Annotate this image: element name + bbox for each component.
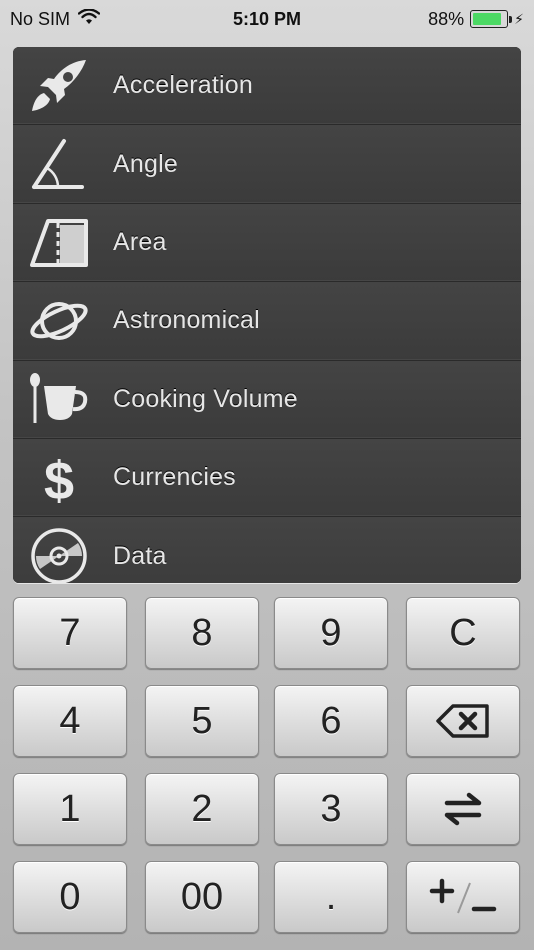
key-5[interactable]: 5: [145, 685, 259, 757]
category-label: Acceleration: [113, 71, 253, 100]
cup-spoon-icon: [23, 367, 95, 431]
status-bar: No SIM 5:10 PM 88% ⚡: [0, 0, 534, 38]
category-label: Astronomical: [113, 306, 260, 335]
category-row-cooking-volume[interactable]: Cooking Volume: [13, 360, 521, 439]
dollar-icon: $: [23, 446, 95, 510]
wifi-icon: [77, 7, 101, 30]
bolt-icon: ⚡: [514, 10, 524, 27]
carrier-label: No SIM: [10, 8, 71, 29]
key-3[interactable]: 3: [274, 773, 388, 845]
category-row-angle[interactable]: Angle: [13, 125, 521, 204]
key-7[interactable]: 7: [13, 597, 127, 669]
category-label: Currencies: [113, 463, 236, 492]
key-0[interactable]: 0: [13, 861, 127, 933]
category-label: Angle: [113, 149, 178, 178]
area-icon: [23, 210, 95, 274]
key-1[interactable]: 1: [13, 773, 127, 845]
category-row-astronomical[interactable]: Astronomical: [13, 282, 521, 361]
category-label: Cooking Volume: [113, 384, 298, 413]
key-8[interactable]: 8: [145, 597, 259, 669]
category-row-currencies[interactable]: $ Currencies: [13, 438, 521, 518]
angle-icon: [23, 132, 95, 196]
key-2[interactable]: 2: [145, 773, 259, 845]
category-label: Area: [113, 227, 167, 256]
battery-percent: 88%: [428, 8, 465, 29]
category-row-data[interactable]: Data: [13, 517, 521, 583]
key-00[interactable]: 00: [145, 861, 259, 933]
disc-icon: [23, 524, 95, 583]
category-label: Data: [113, 541, 167, 570]
clear-button[interactable]: C: [406, 597, 520, 669]
battery-icon: [470, 10, 513, 28]
key-6[interactable]: 6: [274, 685, 388, 757]
battery-fill: [473, 13, 502, 25]
svg-text:$: $: [44, 451, 74, 507]
backspace-button[interactable]: [406, 685, 520, 757]
key-9[interactable]: 9: [274, 597, 388, 669]
status-right: 88% ⚡: [428, 9, 524, 30]
plus-minus-button[interactable]: [406, 861, 520, 933]
swap-icon: [444, 792, 482, 826]
category-row-area[interactable]: Area: [13, 203, 521, 283]
category-row-acceleration[interactable]: Acceleration: [13, 47, 521, 126]
rocket-icon: [23, 54, 95, 118]
key-4[interactable]: 4: [13, 685, 127, 757]
status-left: No SIM: [10, 7, 101, 30]
backspace-icon: [436, 704, 489, 738]
category-list[interactable]: Acceleration Angle Area Astronomical Coo…: [13, 47, 521, 583]
planet-icon: [23, 289, 95, 353]
plus-minus-icon: [429, 878, 497, 914]
swap-units-button[interactable]: [406, 773, 520, 845]
keypad: 7 8 9 C 4 5 6 1 2 3 0 00 .: [13, 597, 521, 937]
decimal-button[interactable]: .: [274, 861, 388, 933]
